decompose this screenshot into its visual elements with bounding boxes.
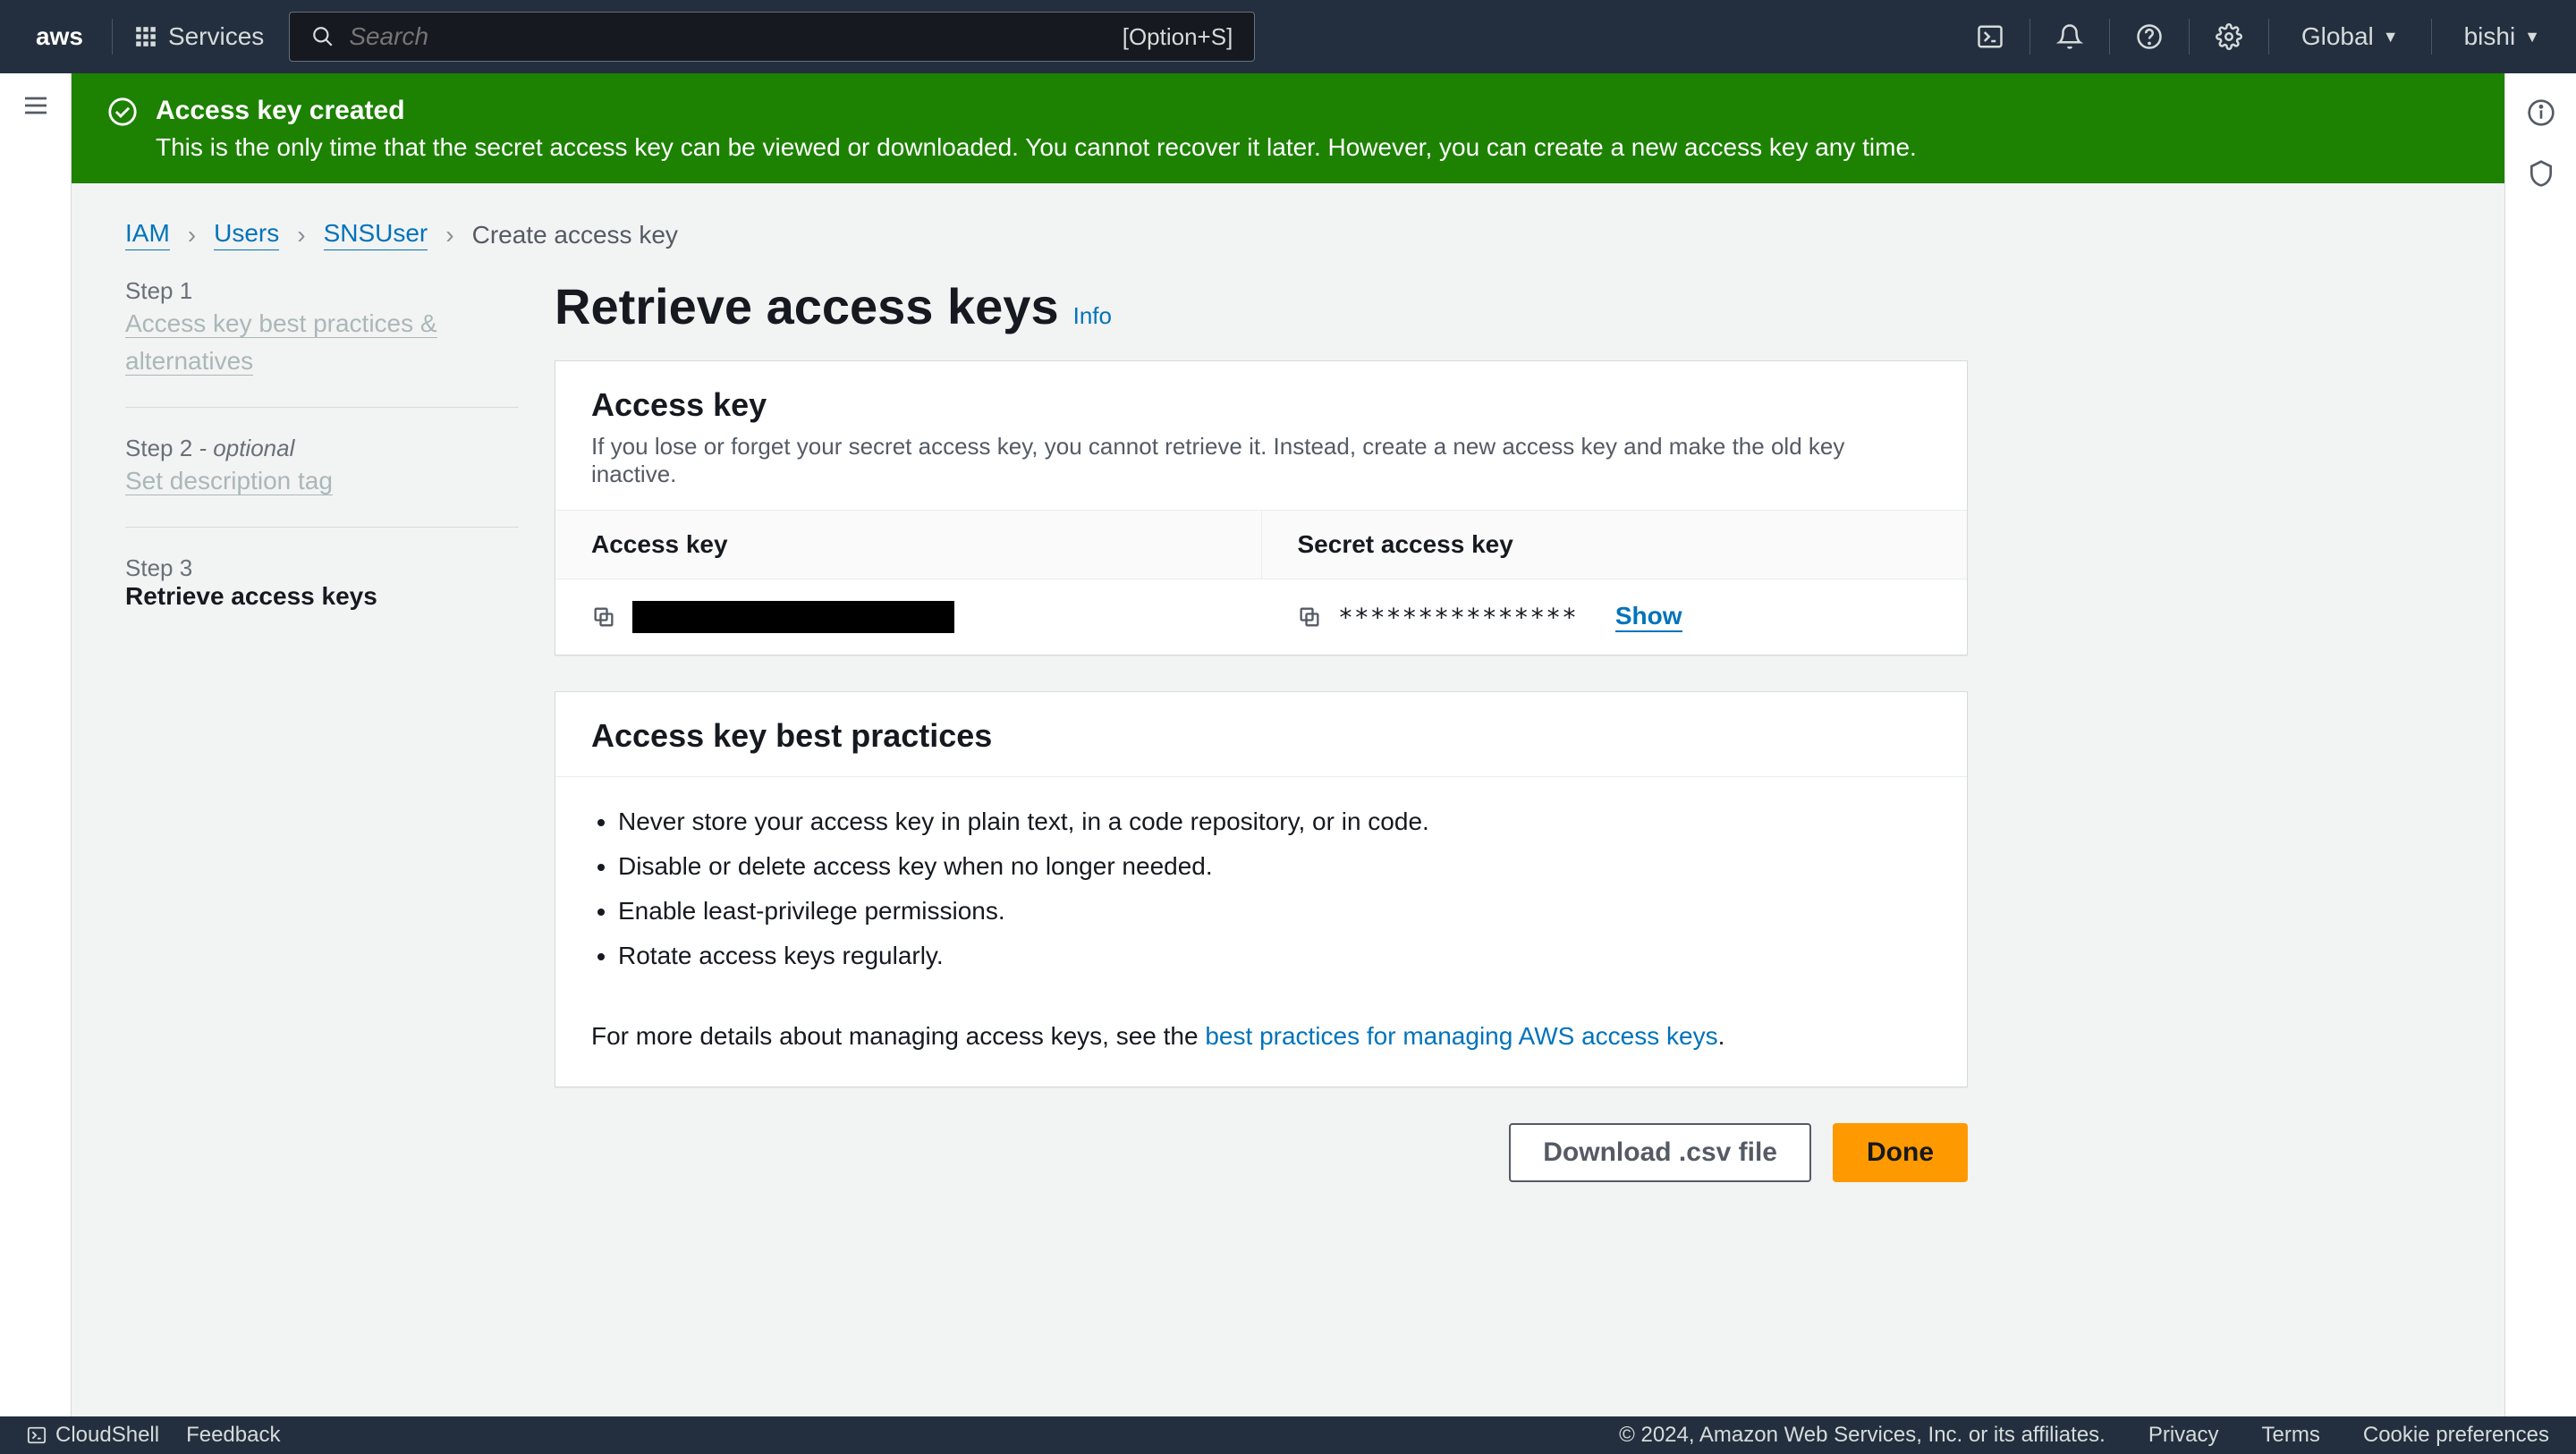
search-icon xyxy=(311,25,335,48)
divider xyxy=(2431,19,2432,55)
key-table-header: Access key Secret access key xyxy=(555,510,1967,579)
copyright-text: © 2024, Amazon Web Services, Inc. or its… xyxy=(1619,1423,2106,1448)
privacy-link[interactable]: Privacy xyxy=(2148,1423,2219,1448)
copy-access-key-button[interactable] xyxy=(591,604,616,630)
success-banner: Access key created This is the only time… xyxy=(72,73,2504,183)
best-practices-link[interactable]: best practices for managing AWS access k… xyxy=(1205,1022,1717,1050)
col-access-key: Access key xyxy=(555,511,1261,579)
right-rail xyxy=(2504,73,2576,1416)
secret-key-masked: *************** xyxy=(1338,603,1578,632)
cloudshell-footer-icon[interactable]: CloudShell xyxy=(27,1423,159,1448)
step-1: Step 1 Access key best practices & alter… xyxy=(125,277,519,408)
step-label: Step 1 xyxy=(125,277,519,305)
best-practices-list: Never store your access key in plain tex… xyxy=(555,777,1967,1022)
wizard-steps: Step 1 Access key best practices & alter… xyxy=(125,277,519,1182)
region-label: Global xyxy=(2301,22,2374,51)
access-key-panel: Access key If you lose or forget your se… xyxy=(555,360,1968,655)
aws-logo[interactable]: aws xyxy=(14,22,105,51)
divider xyxy=(112,19,113,55)
action-row: Download .csv file Done xyxy=(555,1123,1968,1182)
breadcrumb-users[interactable]: Users xyxy=(214,219,279,250)
show-secret-button[interactable]: Show xyxy=(1615,602,1682,632)
copy-secret-key-button[interactable] xyxy=(1297,604,1322,630)
caret-down-icon: ▼ xyxy=(2524,28,2540,46)
access-key-value-redacted xyxy=(632,601,954,633)
banner-title: Access key created xyxy=(156,93,1917,128)
search-input[interactable] xyxy=(349,22,1122,51)
help-icon[interactable] xyxy=(2121,15,2178,58)
search-bar[interactable]: [Option+S] xyxy=(289,12,1255,62)
panel-desc: If you lose or forget your secret access… xyxy=(591,433,1931,488)
notifications-icon[interactable] xyxy=(2041,15,2098,58)
services-button[interactable]: Services xyxy=(120,22,278,51)
region-selector[interactable]: Global ▼ xyxy=(2280,22,2420,51)
download-csv-button[interactable]: Download .csv file xyxy=(1509,1123,1811,1182)
best-practices-panel: Access key best practices Never store yo… xyxy=(555,691,1968,1087)
step-2: Step 2 - optional Set description tag xyxy=(125,435,519,528)
breadcrumb-iam[interactable]: IAM xyxy=(125,219,170,250)
done-button[interactable]: Done xyxy=(1833,1123,1968,1182)
list-item: Never store your access key in plain tex… xyxy=(618,807,1931,836)
col-secret-key: Secret access key xyxy=(1261,511,1968,579)
info-panel-icon[interactable] xyxy=(2527,98,2555,127)
breadcrumb-current: Create access key xyxy=(472,221,678,249)
services-label: Services xyxy=(168,22,264,51)
secret-key-cell: *************** Show xyxy=(1261,579,1967,655)
cookies-link[interactable]: Cookie preferences xyxy=(2363,1423,2549,1448)
menu-toggle-icon[interactable] xyxy=(21,91,50,120)
info-link[interactable]: Info xyxy=(1073,302,1112,330)
breadcrumb-snsuser[interactable]: SNSUser xyxy=(324,219,428,250)
step-1-link[interactable]: Access key best practices & alternatives xyxy=(125,309,437,376)
shield-panel-icon[interactable] xyxy=(2527,159,2555,188)
chevron-right-icon: › xyxy=(188,221,196,249)
list-item: Enable least-privilege permissions. xyxy=(618,897,1931,926)
access-key-cell xyxy=(555,579,1261,655)
step-2-link[interactable]: Set description tag xyxy=(125,467,333,495)
caret-down-icon: ▼ xyxy=(2383,28,2399,46)
step-label: Step 2 xyxy=(125,435,192,461)
user-label: bishi xyxy=(2464,22,2516,51)
best-practices-footer: For more details about managing access k… xyxy=(555,1022,1967,1086)
banner-text: This is the only time that the secret ac… xyxy=(156,133,1917,162)
divider xyxy=(2268,19,2269,55)
search-shortcut: [Option+S] xyxy=(1123,23,1233,51)
grid-icon xyxy=(134,25,157,48)
settings-icon[interactable] xyxy=(2200,15,2258,58)
cloudshell-label: CloudShell xyxy=(55,1423,159,1448)
panel-title: Access key xyxy=(591,386,1931,424)
list-item: Rotate access keys regularly. xyxy=(618,942,1931,970)
divider xyxy=(2029,19,2030,55)
panel-title: Access key best practices xyxy=(591,717,1931,755)
left-rail xyxy=(0,73,72,1416)
key-table-row: *************** Show xyxy=(555,579,1967,655)
step-3-title: Retrieve access keys xyxy=(125,582,519,611)
list-item: Disable or delete access key when no lon… xyxy=(618,852,1931,881)
chevron-right-icon: › xyxy=(445,221,453,249)
page-title: Retrieve access keys xyxy=(555,277,1059,335)
divider xyxy=(2109,19,2110,55)
chevron-right-icon: › xyxy=(297,221,305,249)
footer-bar: CloudShell Feedback © 2024, Amazon Web S… xyxy=(0,1416,2576,1454)
feedback-link[interactable]: Feedback xyxy=(186,1423,280,1448)
user-menu[interactable]: bishi ▼ xyxy=(2443,22,2562,51)
terms-link[interactable]: Terms xyxy=(2262,1423,2320,1448)
step-3: Step 3 Retrieve access keys xyxy=(125,554,519,638)
cloudshell-icon[interactable] xyxy=(1962,15,2019,58)
check-circle-icon xyxy=(107,97,138,127)
step-label: Step 3 xyxy=(125,554,519,582)
step-optional: - optional xyxy=(199,435,294,461)
breadcrumb: IAM › Users › SNSUser › Create access ke… xyxy=(72,183,2504,277)
divider xyxy=(2189,19,2190,55)
main-content: Access key created This is the only time… xyxy=(72,73,2504,1416)
top-navbar: aws Services [Option+S] Global xyxy=(0,0,2576,73)
